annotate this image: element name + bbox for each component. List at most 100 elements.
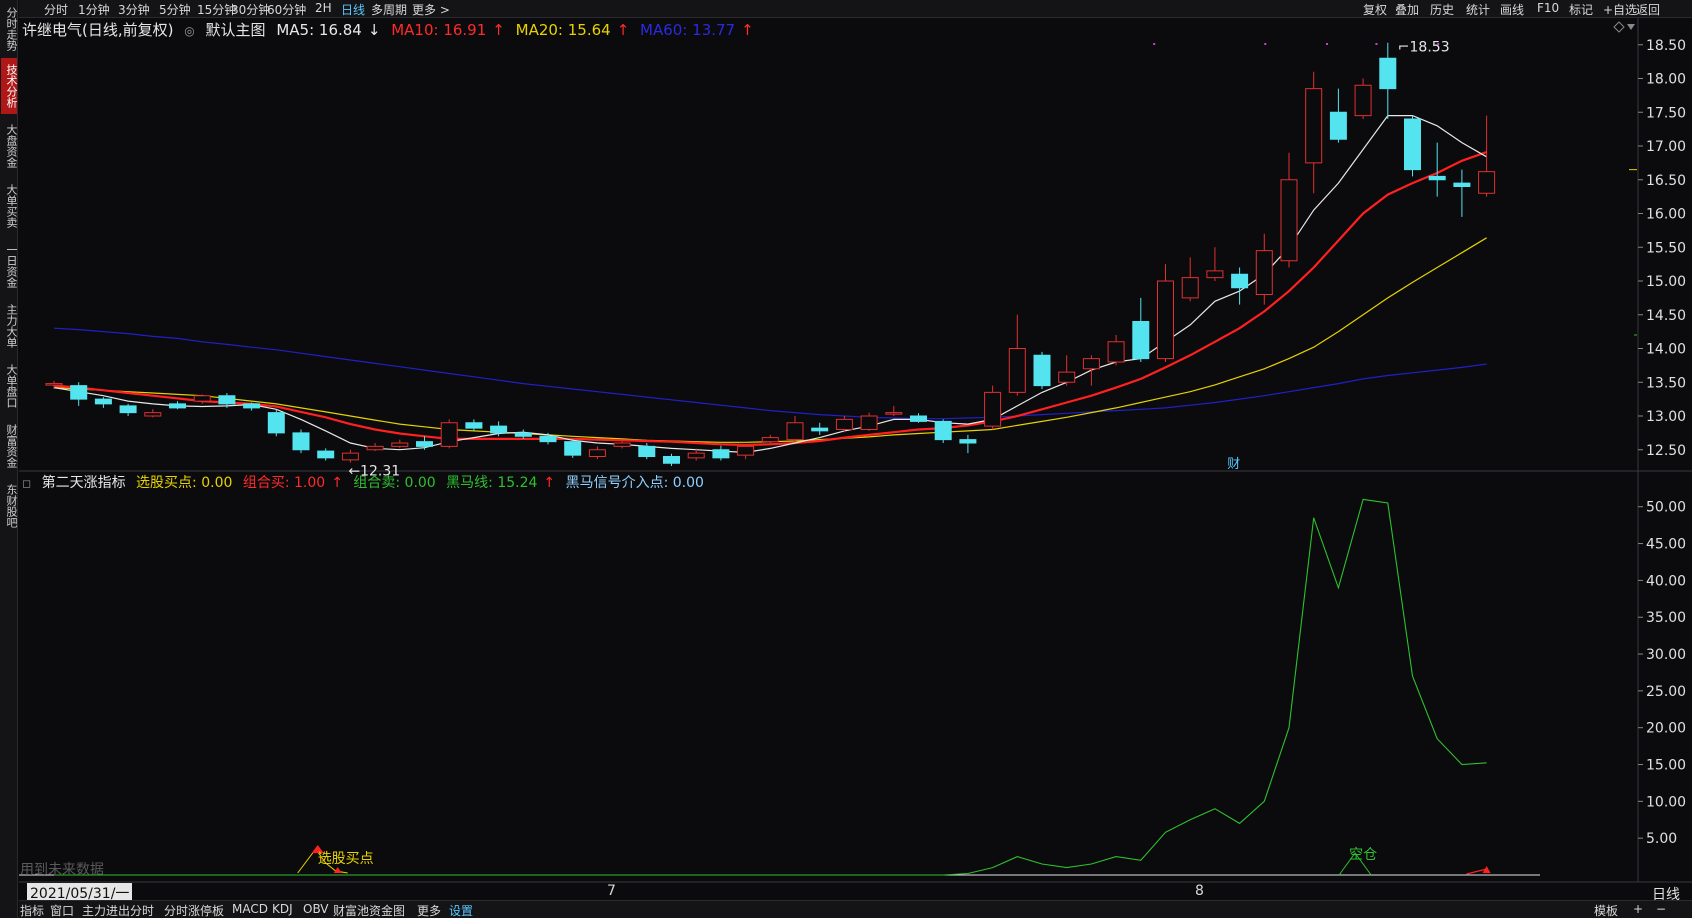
price-tick-label-0: 12.50: [1646, 443, 1686, 459]
candle-body-52: [1329, 111, 1347, 140]
candle-body-7: [218, 395, 236, 405]
combo-buy-value: 组合买: 1.00 ↑: [243, 475, 343, 491]
ind-tick-label-1: 10.00: [1646, 794, 1686, 810]
ind-tick-label-0: 5.00: [1646, 831, 1677, 847]
bottom-tab-5[interactable]: KDJ: [272, 902, 293, 916]
candle-body-2: [94, 398, 112, 405]
candle-body-14: [391, 442, 409, 447]
price-tick-label-9: 17.00: [1646, 139, 1686, 155]
ma10-value: MA10: 16.91 ↑: [391, 21, 505, 39]
candle-body-36: [934, 420, 952, 441]
ind-tick-label-3: 20.00: [1646, 721, 1686, 737]
candle-body-3: [119, 405, 137, 414]
candle-body-31: [811, 427, 829, 432]
candle-body-5: [169, 403, 186, 409]
signal-dot-2: [1326, 43, 1329, 45]
candle-body-58: [1478, 171, 1496, 194]
candle-body-56: [1428, 175, 1446, 181]
candle-body-21: [564, 441, 582, 456]
candle-body-30: [786, 422, 804, 441]
candle-body-17: [465, 422, 483, 429]
candle-body-39: [1008, 348, 1026, 393]
ind-tick-label-4: 25.00: [1646, 684, 1686, 700]
price-tick-label-1: 13.00: [1646, 409, 1686, 425]
candle-body-46: [1181, 277, 1199, 299]
candle-body-12: [341, 452, 359, 461]
bottom-tab-2[interactable]: 主力进出分时: [82, 902, 154, 918]
x-axis-month-7: 7: [607, 883, 616, 899]
future-data-note: 用到未来数据: [20, 862, 104, 878]
candle-body-44: [1132, 321, 1150, 360]
signal-dot-4: [1437, 43, 1440, 45]
stock-title[interactable]: 许继电气(日线,前复权): [22, 21, 173, 39]
main-legend: 许继电气(日线,前复权) ◎ 默认主图 MA5: 16.84 ↓ MA10: 16…: [22, 19, 760, 39]
fin-marker: 财: [1227, 457, 1240, 472]
candle-body-53: [1354, 84, 1372, 117]
candle-body-55: [1404, 118, 1421, 171]
candle-body-18: [490, 425, 508, 434]
horse-line: [54, 498, 1487, 876]
ind-tick-label-5: 30.00: [1646, 647, 1686, 663]
x-axis-month-8: 8: [1195, 883, 1204, 899]
ma20-value: MA20: 15.64 ↑: [516, 21, 630, 39]
bottom-right-button-1[interactable]: +: [1633, 902, 1643, 916]
chart-area[interactable]: 12.50 13.00 13.50 14.00 14.50 15.00 15.50 16.00…: [0, 0, 1692, 918]
bottom-tab-0[interactable]: 指标: [20, 902, 44, 918]
signal-dot-0: [1153, 43, 1156, 45]
candle-body-50: [1280, 179, 1298, 262]
bottom-tab-8[interactable]: 更多: [417, 902, 441, 918]
candle-body-13: [366, 445, 384, 451]
candle-body-38: [984, 391, 1002, 427]
ind-tick-label-7: 40.00: [1646, 573, 1686, 589]
price-tick-label-4: 14.50: [1646, 308, 1686, 324]
candle-body-1: [70, 385, 88, 400]
template-name[interactable]: 默认主图: [206, 21, 266, 39]
bottom-right-button-2[interactable]: −: [1656, 902, 1666, 916]
price-tick-label-7: 16.00: [1646, 207, 1686, 223]
candle-body-10: [292, 432, 310, 451]
ma60-text: MA60: 13.77: [640, 21, 736, 39]
dropdown-icon: [1627, 24, 1635, 30]
bottom-tab-9[interactable]: 设置: [449, 902, 473, 918]
candle-body-25: [663, 456, 680, 464]
indicator-name[interactable]: 第二天涨指标: [42, 475, 126, 491]
empty-signal-label: 空仓: [1349, 847, 1377, 863]
bottom-tab-4[interactable]: MACD: [232, 902, 268, 916]
indicator-collapse-icon[interactable]: ◻: [22, 477, 31, 490]
candle-body-57: [1453, 182, 1471, 187]
horse-line-arrow: ↑: [543, 475, 556, 491]
combo-sell-value: 组合卖: 0.00: [353, 475, 436, 491]
candle-body-15: [416, 441, 433, 447]
bottom-tab-3[interactable]: 分时涨停板: [164, 902, 224, 918]
indicator-legend: ◻ 第二天涨指标 选股买点: 0.00 组合买: 1.00 ↑ 组合卖: 0.00…: [22, 472, 710, 491]
bottom-tab-6[interactable]: OBV: [303, 902, 329, 916]
price-tick-label-3: 14.00: [1646, 342, 1686, 358]
price-tick-label-11: 18.00: [1646, 72, 1686, 88]
ind-tick-label-6: 35.00: [1646, 610, 1686, 626]
candle-body-19: [514, 432, 532, 437]
bottom-right-button-0[interactable]: 模板: [1594, 902, 1618, 918]
horse-line-value: 黑马线: 15.24 ↑: [446, 475, 555, 491]
ma5-value: MA5: 16.84 ↓: [276, 21, 380, 39]
candle-body-20: [539, 435, 557, 443]
candle-body-33: [860, 415, 878, 430]
candle-body-26: [687, 452, 705, 459]
bottom-toolbar: 指标 窗口 主力进出分时 分时涨停板 MACD KDJ OBV 财富池资金图 更多 设置 模板 + −: [19, 900, 1692, 918]
bottom-tab-7[interactable]: 财富池资金图: [333, 902, 405, 918]
horse-line-text: 黑马线: 15.24: [446, 475, 538, 491]
candle-body-29: [761, 437, 779, 443]
ma20-text: MA20: 15.64: [515, 21, 611, 39]
high-price-label: ⌐18.53: [1398, 40, 1450, 56]
candle-body-8: [243, 403, 261, 409]
candle-body-24: [638, 445, 656, 457]
ind-tick-label-8: 45.00: [1646, 537, 1686, 553]
bottom-tab-1[interactable]: 窗口: [50, 902, 74, 918]
price-tick-label-8: 16.50: [1646, 173, 1686, 189]
horse-signal-value: 黑马信号介入点: 0.00: [565, 475, 704, 491]
template-icon[interactable]: ◎: [184, 24, 194, 38]
ind-tick-label-9: 50.00: [1646, 500, 1686, 516]
buy-point-label: 选股买点: [318, 851, 374, 867]
candle-body-22: [588, 449, 606, 457]
candle-body-28: [737, 445, 755, 456]
candle-body-54: [1379, 57, 1397, 90]
